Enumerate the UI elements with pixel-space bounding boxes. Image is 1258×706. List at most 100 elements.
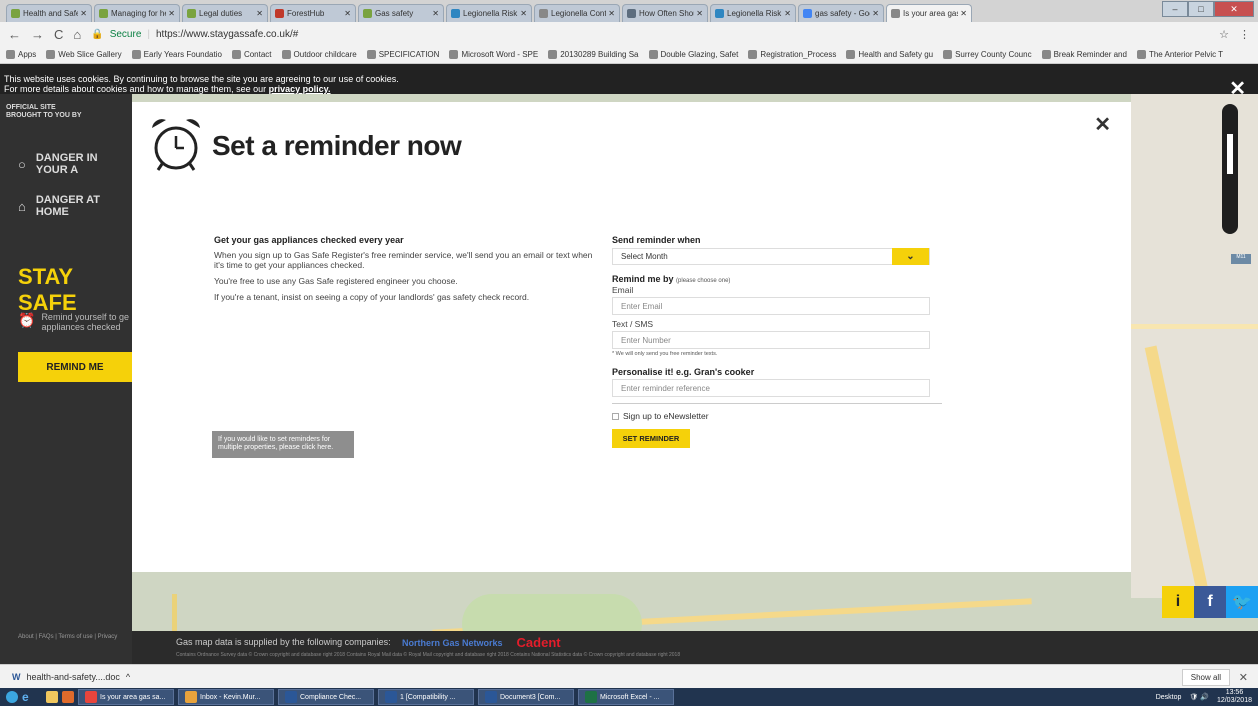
remind-me-button[interactable]: REMIND ME (18, 352, 132, 382)
app-icon (85, 691, 97, 703)
bookmark-item[interactable]: Web Slice Gallery (46, 50, 122, 59)
tab-close-icon[interactable]: ✕ (80, 9, 87, 18)
taskbar-window-button[interactable]: Compliance Chec... (278, 689, 374, 705)
tab-close-icon[interactable]: ✕ (872, 9, 879, 18)
checkbox-icon[interactable] (612, 412, 619, 420)
browser-tab[interactable]: Legionella Risk A ✕ (446, 4, 532, 22)
browser-tab[interactable]: Is your area gas ✕ (886, 4, 972, 22)
bookmark-item[interactable]: Registration_Process (748, 50, 836, 59)
tab-close-icon[interactable]: ✕ (784, 9, 791, 18)
close-window-button[interactable]: ✕ (1214, 1, 1254, 17)
tray-icons[interactable]: 🛡 🔊 (1189, 693, 1209, 701)
maximize-button[interactable]: □ (1188, 1, 1214, 17)
send-when-label: Send reminder when (612, 235, 701, 245)
nav-danger-in-your-area[interactable]: ○ DANGER IN YOUR A (18, 152, 132, 176)
cadent-logo: Cadent (516, 635, 561, 650)
month-select[interactable]: Select Month ⌄ (612, 248, 930, 265)
bookmark-item[interactable]: 20130289 Building Sa (548, 50, 639, 59)
set-reminder-button[interactable]: SET REMINDER (612, 429, 690, 448)
browser-tab[interactable]: Managing for he ✕ (94, 4, 180, 22)
info-heading: Get your gas appliances checked every ye… (214, 235, 404, 245)
ie-icon[interactable]: e (22, 689, 42, 705)
multiple-properties-link[interactable]: If you would like to set reminders for m… (212, 431, 354, 458)
app-icon (285, 691, 297, 703)
stay-safe-heading: STAY SAFE (18, 264, 77, 315)
tab-close-icon[interactable]: ✕ (344, 9, 351, 18)
taskbar-window-button[interactable]: Is your area gas sa... (78, 689, 174, 705)
tab-label: Managing for he (111, 9, 167, 18)
browser-tab[interactable]: gas safety - Goo ✕ (798, 4, 884, 22)
bookmark-item[interactable]: Break Reminder and (1041, 50, 1127, 59)
bookmark-item[interactable]: Double Glazing, Safet (648, 50, 738, 59)
footer-links[interactable]: About | FAQs | Terms of use | Privacy (18, 634, 117, 640)
privacy-policy-link[interactable]: privacy policy. (269, 84, 331, 94)
close-downloads-icon[interactable]: ✕ (1239, 671, 1248, 684)
browser-tab[interactable]: ForestHub ✕ (270, 4, 356, 22)
media-icon[interactable] (62, 689, 74, 705)
web-page: M11 OFFICIAL SITE BROUGHT TO YOU BY ○ DA… (0, 64, 1258, 664)
taskbar-window-button[interactable]: Inbox - Kevin.Mur... (178, 689, 274, 705)
tab-label: gas safety - Goo (815, 9, 871, 18)
folder-icon[interactable] (46, 689, 58, 705)
info-paragraph: If you're a tenant, insist on seeing a c… (214, 292, 530, 302)
bookmark-item[interactable]: Outdoor childcare (281, 50, 357, 59)
email-field[interactable]: Enter Email (612, 297, 930, 315)
tab-close-icon[interactable]: ✕ (608, 9, 615, 18)
bookmark-item[interactable]: SPECIFICATION (366, 50, 439, 59)
tab-label: ForestHub (287, 9, 325, 18)
tab-label: Legionella Contr (551, 9, 607, 18)
tab-close-icon[interactable]: ✕ (432, 9, 439, 18)
facebook-icon[interactable]: f (1194, 586, 1226, 618)
forward-icon[interactable]: → (31, 27, 44, 42)
taskbar-window-button[interactable]: Microsoft Excel - ... (578, 689, 674, 705)
back-icon[interactable]: ← (8, 27, 21, 42)
app-icon (185, 691, 197, 703)
tab-close-icon[interactable]: ✕ (520, 9, 527, 18)
info-button[interactable]: i (1162, 586, 1194, 618)
download-item[interactable]: health-and-safety....doc (27, 672, 120, 682)
bookmark-item[interactable]: The Anterior Pelvic T (1136, 50, 1223, 59)
bookmark-item[interactable]: Surrey County Counc (943, 50, 1032, 59)
nav-danger-at-home[interactable]: ⌂ DANGER AT HOME (18, 194, 132, 218)
star-icon[interactable]: ☆ (1219, 28, 1229, 41)
bookmark-item[interactable]: Health and Safety gu (846, 50, 933, 59)
browser-tab[interactable]: Gas safety ✕ (358, 4, 444, 22)
bookmark-item[interactable]: Microsoft Word - SPE (449, 50, 538, 59)
browser-tab[interactable]: Legionella Contr ✕ (534, 4, 620, 22)
tab-close-icon[interactable]: ✕ (168, 9, 175, 18)
menu-icon[interactable]: ⋮ (1239, 28, 1250, 41)
cookie-close-icon[interactable]: ✕ (1229, 76, 1246, 101)
start-button[interactable] (6, 689, 18, 705)
map-visible-strip[interactable]: M11 (1131, 94, 1258, 598)
map-zoom-slider[interactable] (1222, 104, 1238, 234)
modal-close-icon[interactable]: ✕ (1094, 112, 1111, 137)
bookmark-item[interactable]: Early Years Foundatio (131, 50, 222, 59)
tab-close-icon[interactable]: ✕ (696, 9, 703, 18)
chevron-down-icon[interactable]: ⌄ (892, 248, 929, 265)
home-icon[interactable]: ⌂ (73, 27, 81, 42)
browser-tab[interactable]: Legionella Risk A ✕ (710, 4, 796, 22)
bookmark-item[interactable]: Contact (231, 50, 272, 59)
chevron-up-icon[interactable]: ^ (126, 672, 130, 682)
newsletter-checkbox[interactable]: Sign up to eNewsletter (612, 411, 942, 421)
bookmark-item[interactable]: Apps (6, 50, 36, 59)
twitter-icon[interactable]: 🐦 (1226, 586, 1258, 618)
minimize-button[interactable]: – (1162, 1, 1188, 17)
tab-close-icon[interactable]: ✕ (256, 9, 263, 18)
home-icon: ⌂ (18, 198, 26, 214)
taskbar-window-button[interactable]: 1 [Compatibility ... (378, 689, 474, 705)
taskbar-windows: Is your area gas sa... Inbox - Kevin.Mur.… (78, 689, 674, 705)
taskbar-window-button[interactable]: Document3 [Com... (478, 689, 574, 705)
browser-tab[interactable]: Legal duties ✕ (182, 4, 268, 22)
reminder-reference-field[interactable]: Enter reminder reference (612, 379, 930, 397)
cookie-banner: This website uses cookies. By continuing… (0, 64, 1258, 94)
browser-tab[interactable]: Health and Safet ✕ (6, 4, 92, 22)
phone-field[interactable]: Enter Number (612, 331, 930, 349)
browser-tab[interactable]: How Often Shou ✕ (622, 4, 708, 22)
clock[interactable]: 13:56 12/03/2018 (1217, 689, 1252, 705)
url-field[interactable]: 🔒 Secure | https://www.staygassafe.co.uk… (91, 25, 1209, 43)
reload-icon[interactable]: C (54, 27, 63, 42)
tab-close-icon[interactable]: ✕ (960, 9, 967, 18)
desktop-toolbar[interactable]: Desktop (1156, 694, 1182, 701)
show-all-button[interactable]: Show all (1181, 669, 1230, 686)
